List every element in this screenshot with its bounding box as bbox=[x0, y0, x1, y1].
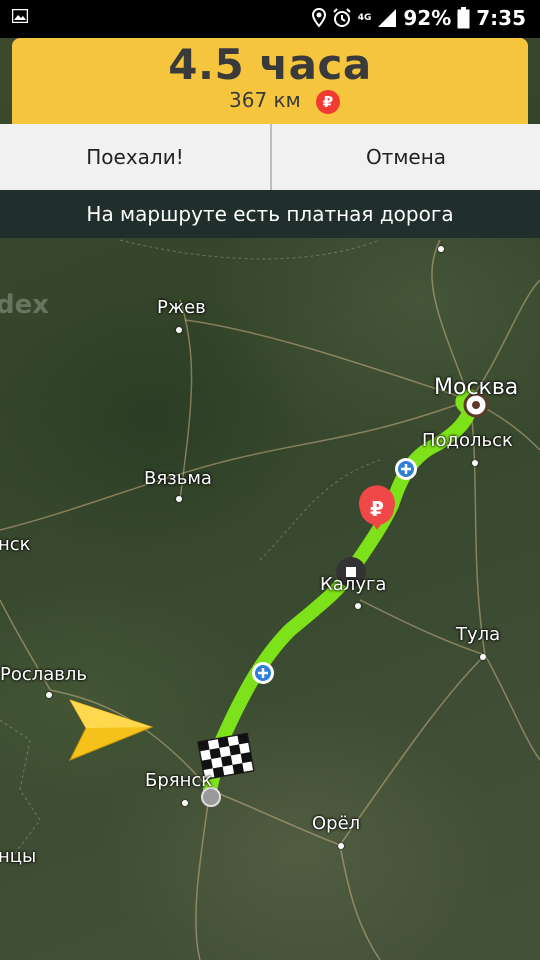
city-label-orel: Орёл bbox=[312, 813, 361, 834]
city-dot bbox=[472, 460, 478, 466]
city-dot bbox=[438, 246, 444, 252]
city-dot bbox=[338, 843, 344, 849]
camera-plus-icon[interactable] bbox=[395, 458, 417, 480]
gallery-icon bbox=[12, 9, 28, 23]
city-label-tula: Тула bbox=[456, 624, 501, 645]
city-dot bbox=[46, 692, 52, 698]
toll-ruble-icon: ₽ bbox=[316, 90, 340, 114]
clock: 7:35 bbox=[476, 6, 526, 30]
signal-icon bbox=[378, 9, 397, 27]
city-label-ntsy: нцы bbox=[0, 846, 37, 867]
city-dot bbox=[480, 654, 486, 660]
city-label-rzhev: Ржев bbox=[157, 297, 206, 318]
city-label-roslavl: Рославль bbox=[0, 664, 88, 685]
city-dot bbox=[355, 603, 361, 609]
city-label-moscow: Москва bbox=[434, 375, 519, 400]
city-dot bbox=[182, 800, 188, 806]
cancel-button[interactable]: Отмена bbox=[272, 124, 540, 190]
region-borders bbox=[0, 239, 381, 861]
action-buttons: Поехали! Отмена bbox=[0, 124, 540, 190]
city-label-nsk: нск bbox=[0, 534, 31, 555]
route-distance: 367 км bbox=[229, 88, 301, 112]
city-label-bryansk: Брянск bbox=[145, 770, 213, 791]
city-dot bbox=[176, 327, 182, 333]
svg-text:₽: ₽ bbox=[370, 497, 384, 521]
city-label-podolsk: Подольск bbox=[422, 430, 513, 451]
city-label-vyazma: Вязьма bbox=[144, 468, 212, 489]
toll-road-notice: На маршруте есть платная дорога bbox=[0, 190, 540, 238]
roads bbox=[0, 239, 540, 960]
city-dot bbox=[176, 496, 182, 502]
go-button[interactable]: Поехали! bbox=[0, 124, 270, 190]
map-watermark: dex bbox=[0, 290, 50, 320]
camera-plus-icon[interactable] bbox=[252, 662, 274, 684]
alarm-icon bbox=[333, 8, 351, 27]
battery-percent: 92% bbox=[403, 6, 452, 30]
city-label-kaluga: Калуга bbox=[320, 574, 387, 595]
battery-icon bbox=[457, 7, 470, 29]
location-icon bbox=[311, 8, 326, 28]
network-type: 4G bbox=[357, 12, 372, 23]
route-summary-panel: 4.5 часа 367 км ₽ bbox=[12, 38, 528, 124]
status-bar: 4G 92% 7:35 bbox=[0, 0, 540, 38]
route-duration: 4.5 часа bbox=[168, 40, 372, 89]
